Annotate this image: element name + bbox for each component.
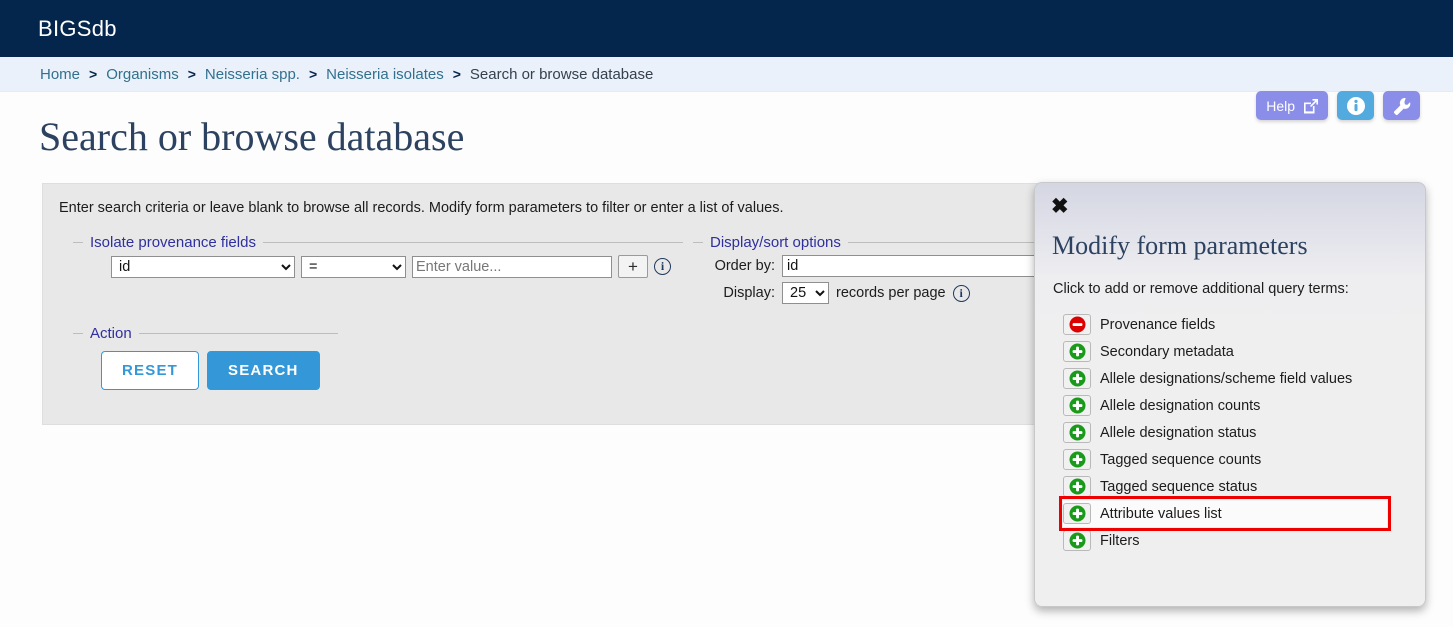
query-term-item[interactable]: Allele designations/scheme field values	[1063, 365, 1403, 392]
plus-circle-icon[interactable]	[1063, 395, 1091, 416]
query-term-label: Tagged sequence status	[1100, 478, 1258, 495]
external-link-icon	[1302, 97, 1320, 115]
plus-circle-icon[interactable]	[1063, 341, 1091, 362]
plus-circle-icon[interactable]	[1063, 503, 1091, 524]
query-term-label: Attribute values list	[1100, 505, 1222, 522]
help-button[interactable]: Help	[1256, 91, 1328, 120]
breadcrumb-item-organisms[interactable]: Organisms	[106, 66, 179, 83]
provenance-operator-select[interactable]: =	[301, 255, 406, 278]
order-by-label: Order by:	[714, 258, 775, 274]
query-term-label: Secondary metadata	[1100, 343, 1234, 360]
display-info-icon[interactable]: i	[952, 284, 970, 302]
records-per-page-select[interactable]: 25	[782, 282, 829, 304]
form-intro-text: Enter search criteria or leave blank to …	[59, 200, 784, 216]
query-term-label: Tagged sequence counts	[1100, 451, 1262, 468]
reset-button[interactable]: RESET	[101, 351, 200, 390]
info-button[interactable]	[1337, 91, 1374, 120]
header-button-group: Help	[1256, 91, 1420, 120]
query-term-label: Allele designation status	[1100, 424, 1257, 441]
provenance-info-icon[interactable]: i	[654, 258, 671, 275]
display-legend: Display/sort options	[710, 234, 841, 251]
query-term-label: Filters	[1100, 532, 1140, 549]
provenance-legend: Isolate provenance fields	[90, 234, 256, 251]
close-icon[interactable]: ✖	[1051, 196, 1069, 217]
provenance-query-row: id = + i	[73, 255, 683, 278]
wrench-icon	[1392, 96, 1412, 116]
plus-circle-icon[interactable]	[1063, 476, 1091, 497]
modal-title: Modify form parameters	[1052, 231, 1308, 260]
top-navigation-bar: BIGSdb	[0, 0, 1453, 57]
breadcrumb-separator: >	[89, 66, 98, 82]
info-icon	[1346, 96, 1366, 116]
minus-circle-icon[interactable]	[1063, 314, 1091, 335]
plus-circle-icon[interactable]	[1063, 368, 1091, 389]
breadcrumb-separator: >	[187, 66, 196, 82]
display-label: Display:	[723, 285, 775, 301]
query-term-label: Allele designations/scheme field values	[1100, 370, 1353, 387]
breadcrumb: Home > Organisms > Neisseria spp. > Neisseria …	[0, 57, 1453, 92]
breadcrumb-item-home[interactable]: Home	[40, 66, 80, 83]
action-button-group: RESET SEARCH	[73, 351, 338, 390]
search-button[interactable]: SEARCH	[207, 351, 320, 390]
help-button-label: Help	[1266, 97, 1295, 114]
breadcrumb-separator: >	[452, 66, 461, 82]
provenance-value-input[interactable]	[412, 255, 612, 278]
modal-subtitle: Click to add or remove additional query …	[1053, 281, 1349, 297]
modify-form-parameters-dialog: ✖ Modify form parameters Click to add or…	[1034, 182, 1426, 607]
plus-icon: +	[628, 257, 638, 276]
query-term-item[interactable]: Filters	[1063, 527, 1403, 554]
app-brand-title: BIGSdb	[38, 15, 117, 41]
breadcrumb-item-search-or-browse-database: Search or browse database	[469, 65, 654, 83]
query-term-item[interactable]: Tagged sequence counts	[1063, 446, 1403, 473]
query-term-label: Provenance fields	[1100, 316, 1216, 333]
add-provenance-row-button[interactable]: +	[618, 255, 648, 278]
breadcrumb-separator: >	[308, 66, 318, 82]
plus-circle-icon[interactable]	[1063, 449, 1091, 470]
order-by-value: id	[787, 258, 799, 274]
breadcrumb-item-neisseria-isolates[interactable]: Neisseria isolates	[326, 66, 444, 83]
breadcrumb-item-neisseria-spp[interactable]: Neisseria spp.	[205, 66, 300, 83]
action-fieldset: Action RESET SEARCH	[73, 325, 338, 403]
query-term-item[interactable]: Tagged sequence status	[1063, 473, 1403, 500]
query-term-item[interactable]: Attribute values list	[1059, 496, 1391, 531]
records-per-page-suffix: records per page	[836, 285, 946, 301]
action-legend: Action	[90, 325, 132, 342]
query-term-label: Allele designation counts	[1100, 397, 1261, 414]
settings-wrench-button[interactable]	[1383, 91, 1420, 120]
query-term-item[interactable]: Allele designation counts	[1063, 392, 1403, 419]
isolate-provenance-fieldset: Isolate provenance fields id = + i	[73, 234, 683, 282]
plus-circle-icon[interactable]	[1063, 530, 1091, 551]
page-title: Search or browse database	[39, 114, 465, 159]
plus-circle-icon[interactable]	[1063, 422, 1091, 443]
query-term-list: Provenance fields Secondary metadata Allel…	[1059, 311, 1403, 554]
query-term-item[interactable]: Provenance fields	[1063, 311, 1403, 338]
provenance-field-select[interactable]: id	[111, 255, 295, 278]
query-term-item[interactable]: Secondary metadata	[1063, 338, 1403, 365]
query-term-item[interactable]: Allele designation status	[1063, 419, 1403, 446]
